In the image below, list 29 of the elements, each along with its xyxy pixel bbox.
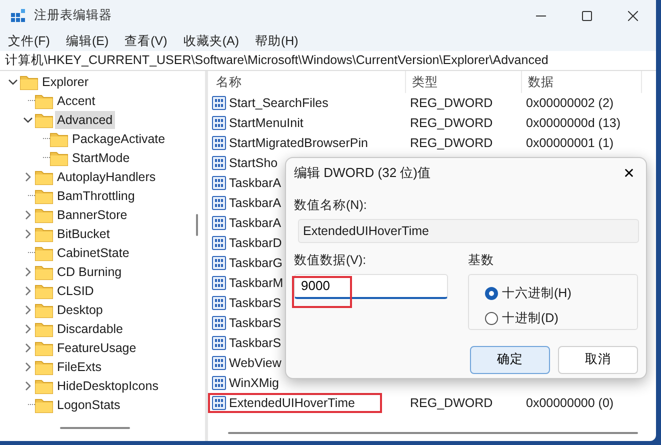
field-label: 数值名称(N): bbox=[293, 197, 368, 214]
value-data: 0x0000000d (13) bbox=[525, 114, 622, 132]
value-data: 0x00000000 (0) bbox=[525, 394, 615, 412]
dialog-title: 编辑 DWORD (32 位)值 bbox=[293, 164, 430, 182]
value-name: WebView bbox=[229, 354, 282, 372]
value-name: ExtendedUIHoverTime bbox=[229, 394, 355, 412]
value-name: TaskbarD bbox=[229, 234, 282, 252]
value-type: REG_DWORD bbox=[409, 94, 494, 112]
value-name: TaskbarA bbox=[229, 194, 282, 212]
value-name: TaskbarS bbox=[229, 294, 282, 312]
value-name: TaskbarS bbox=[229, 314, 282, 332]
value-name: Start_SearchFiles bbox=[229, 94, 328, 112]
value-data: 0x00000002 (2) bbox=[525, 94, 615, 112]
value-name: TaskbarS bbox=[229, 334, 282, 352]
field-label: 数值数据(V): bbox=[294, 252, 368, 269]
value-type: REG_DWORD bbox=[409, 394, 494, 412]
value-name: TaskbarA bbox=[229, 174, 282, 192]
value-data: 0x00000001 (1) bbox=[525, 134, 615, 152]
value-name: StartSho bbox=[229, 154, 278, 172]
value-type: REG_DWORD bbox=[409, 134, 494, 152]
value-name: StartMigratedBrowserPin bbox=[229, 134, 368, 152]
value-name: TaskbarM bbox=[229, 274, 284, 292]
value-name: TaskbarG bbox=[229, 254, 282, 272]
window-title: 注册表编辑器 bbox=[34, 7, 112, 24]
value-name: StartMenuInit bbox=[229, 114, 304, 132]
value-type: REG_DWORD bbox=[409, 114, 494, 132]
value-name: TaskbarA bbox=[229, 214, 282, 232]
group-label: 基数 bbox=[468, 252, 495, 269]
value-name: WinXMig bbox=[229, 374, 280, 392]
